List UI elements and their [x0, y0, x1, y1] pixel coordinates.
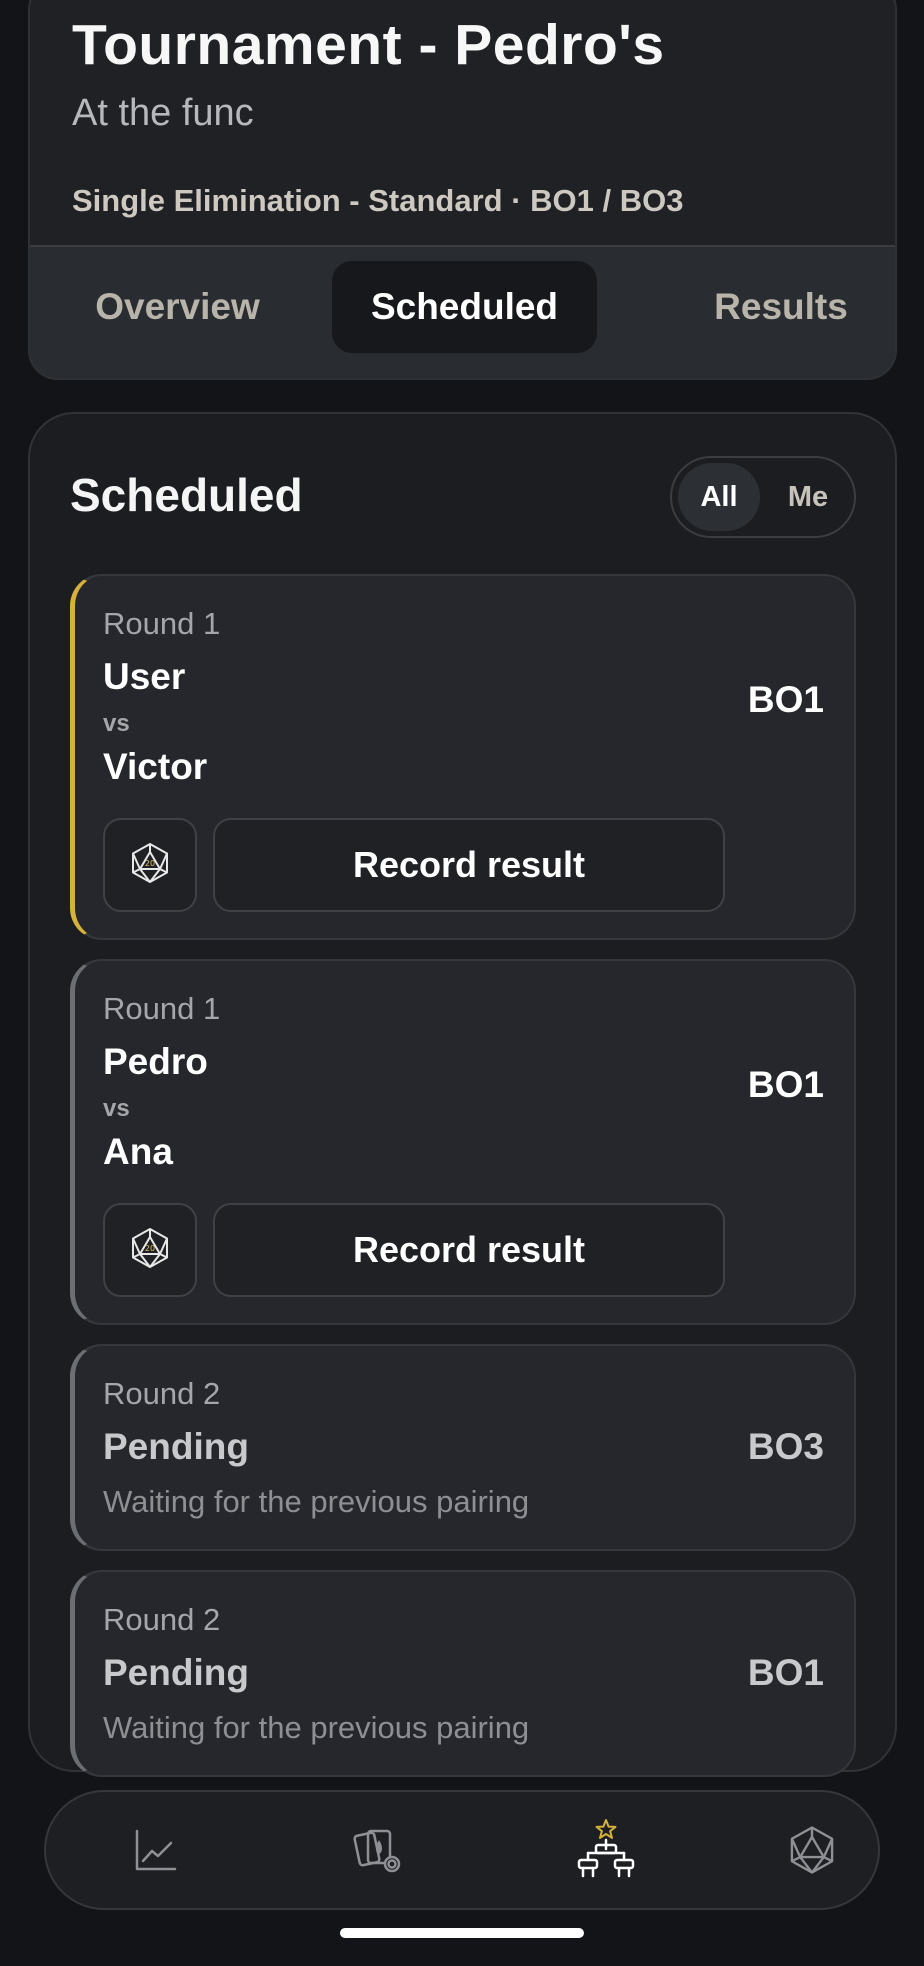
match-round: Round 2	[103, 1376, 221, 1411]
tab-bar: Overview Scheduled Results	[30, 245, 895, 378]
roll-dice-button[interactable]: 20	[103, 818, 197, 912]
match-round: Round 2	[103, 1602, 221, 1637]
nav-stats-button[interactable]	[114, 1810, 198, 1894]
filter-toggle: All Me	[670, 456, 856, 538]
best-of-badge: BO1	[747, 1652, 824, 1693]
nav-dice-button[interactable]	[770, 1810, 854, 1894]
bottom-navigation	[44, 1790, 880, 1910]
tab-overview[interactable]: Overview	[70, 261, 285, 353]
d20-icon: 20	[128, 1226, 172, 1275]
tab-scheduled[interactable]: Scheduled	[332, 261, 597, 353]
match-status: Pending	[103, 1426, 249, 1467]
tournament-subtitle: At the func	[72, 92, 254, 134]
section-title: Scheduled	[70, 469, 303, 521]
record-result-button[interactable]: Record result	[213, 1203, 725, 1297]
roll-dice-button[interactable]: 20	[103, 1203, 197, 1297]
pending-match-card: Round 2 Pending Waiting for the previous…	[70, 1570, 856, 1777]
svg-text:20: 20	[145, 1244, 155, 1253]
record-result-button[interactable]: Record result	[213, 818, 725, 912]
scheduled-panel: Scheduled All Me Round 1 User vs Victor …	[28, 412, 897, 1777]
best-of-badge: BO3	[747, 1426, 824, 1467]
filter-me-button[interactable]: Me	[768, 463, 848, 531]
versus-label: vs	[103, 1095, 130, 1122]
cards-settings-icon	[352, 1824, 404, 1881]
best-of-badge: BO1	[747, 679, 824, 720]
tournament-header: Tournament - Pedro's At the func Single …	[28, 0, 897, 380]
match-status: Pending	[103, 1652, 249, 1693]
nav-decks-button[interactable]	[336, 1810, 420, 1894]
bracket-star-icon	[574, 1818, 638, 1887]
pending-match-card: Round 2 Pending Waiting for the previous…	[70, 1344, 856, 1551]
match-round: Round 1	[103, 606, 221, 641]
d20-dice-icon	[786, 1824, 838, 1881]
player-one: User	[103, 656, 186, 697]
best-of-badge: BO1	[747, 1064, 824, 1105]
player-one: Pedro	[103, 1041, 208, 1082]
tournament-title: Tournament - Pedro's	[72, 13, 665, 77]
match-status-note: Waiting for the previous pairing	[103, 1710, 530, 1745]
player-two: Victor	[103, 746, 208, 787]
player-two: Ana	[103, 1131, 173, 1172]
match-round: Round 1	[103, 991, 221, 1026]
match-status-note: Waiting for the previous pairing	[103, 1484, 530, 1519]
tab-results[interactable]: Results	[666, 261, 895, 353]
home-indicator[interactable]	[340, 1928, 584, 1938]
d20-icon: 20	[128, 841, 172, 890]
chart-line-icon	[133, 1827, 179, 1878]
filter-all-button[interactable]: All	[678, 463, 760, 531]
match-card: Round 1 Pedro vs Ana BO1 20 Record resul…	[70, 959, 856, 1325]
nav-tournaments-button[interactable]	[564, 1810, 648, 1894]
versus-label: vs	[103, 710, 130, 737]
tournament-format: Single Elimination - Standard · BO1 / BO…	[72, 183, 684, 218]
svg-text:20: 20	[145, 859, 155, 868]
app-screen: Tournament - Pedro's At the func Single …	[0, 0, 924, 1966]
match-card: Round 1 User vs Victor BO1 20 Record res…	[70, 574, 856, 940]
